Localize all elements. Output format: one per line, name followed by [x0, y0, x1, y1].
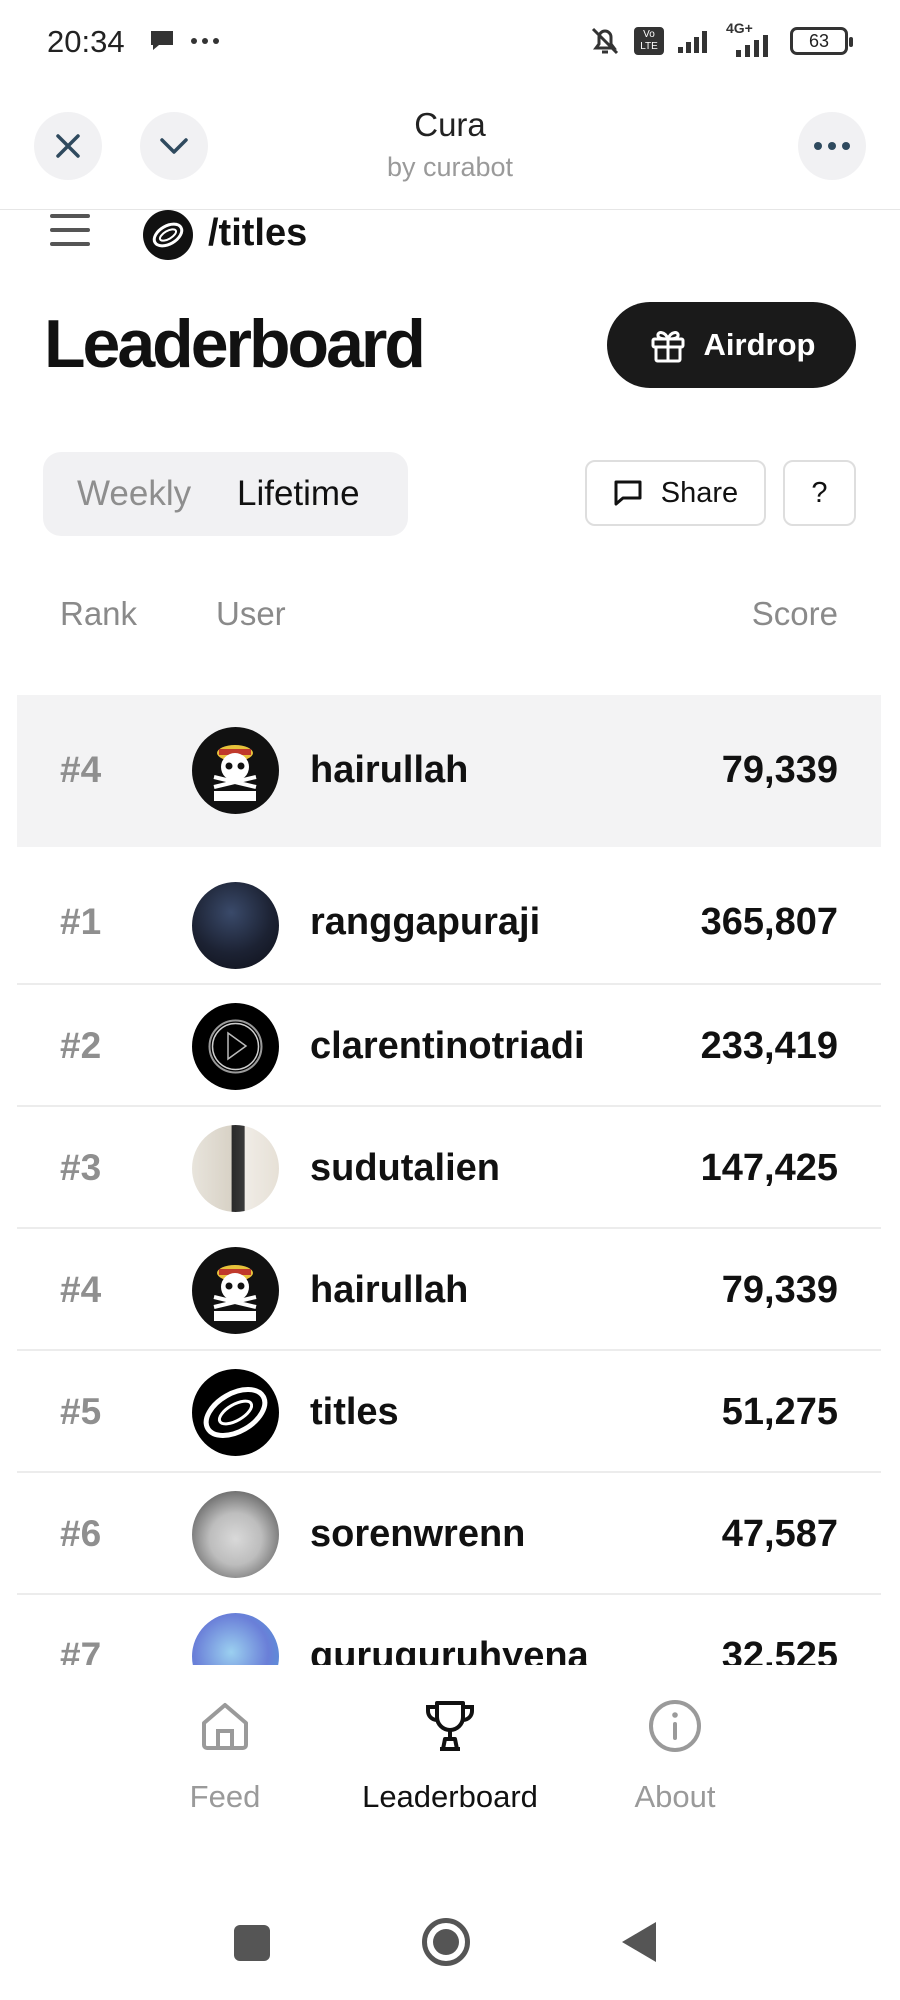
- more-dots-icon: [191, 38, 219, 44]
- page-title: Leaderboard: [44, 306, 426, 382]
- trophy-icon: [426, 1701, 474, 1751]
- rank-label: #2: [60, 1025, 102, 1066]
- rank-label: #1: [60, 901, 102, 942]
- info-icon: [649, 1700, 701, 1752]
- score-value: 79,339: [721, 1269, 838, 1311]
- status-left-icons: [148, 28, 220, 54]
- nav-feed[interactable]: Feed: [105, 1695, 345, 1815]
- more-horizontal-icon: [814, 142, 850, 150]
- menu-icon[interactable]: [50, 214, 90, 254]
- list-item[interactable]: #1 ranggapuraji 365,807: [17, 847, 881, 985]
- skull-avatar-icon: [213, 745, 257, 801]
- signal-icon: [678, 31, 707, 53]
- score-value: 47,587: [721, 1513, 838, 1555]
- bottom-navigation: Feed Leaderboard About: [0, 1665, 900, 1835]
- list-item[interactable]: #2 clarentinotriadi 233,419: [17, 985, 881, 1107]
- nav-leaderboard-label: Leaderboard: [362, 1779, 538, 1814]
- chat-bubble-icon: [151, 31, 173, 50]
- score-value: 147,425: [700, 1147, 838, 1189]
- status-time: 20:34: [47, 24, 125, 59]
- rank-label: #4: [60, 1269, 102, 1310]
- list-item[interactable]: #5 titles 51,275: [17, 1351, 881, 1473]
- help-button[interactable]: ?: [783, 460, 856, 526]
- score-value: 51,275: [721, 1391, 838, 1433]
- current-user-row[interactable]: #4 hairullah 79,339: [17, 695, 881, 847]
- username: sudutalien: [310, 1147, 501, 1189]
- avatar: [192, 1491, 279, 1578]
- nav-about-label: About: [634, 1779, 716, 1814]
- nav-about[interactable]: About: [555, 1695, 795, 1815]
- avatar: [192, 1125, 279, 1212]
- titles-logo-icon: [152, 222, 184, 248]
- home-icon: [202, 1703, 248, 1750]
- home-button[interactable]: [422, 1918, 470, 1966]
- rank-label: #5: [60, 1391, 102, 1432]
- avatar: [192, 1247, 279, 1334]
- avatar: [192, 727, 279, 814]
- recents-button[interactable]: [234, 1925, 270, 1961]
- app-title: Cura: [414, 106, 486, 143]
- airdrop-label: Airdrop: [703, 327, 816, 362]
- username: sorenwrenn: [310, 1513, 526, 1555]
- share-button[interactable]: Share: [585, 460, 766, 526]
- column-header-rank: Rank: [60, 595, 138, 632]
- username: titles: [310, 1391, 399, 1433]
- bell-off-icon: [591, 27, 619, 55]
- username: hairullah: [310, 1269, 469, 1311]
- nav-feed-label: Feed: [189, 1779, 261, 1814]
- channel-row: /titles: [0, 210, 900, 270]
- skull-avatar-icon: [213, 1265, 257, 1321]
- rank-label: #7: [60, 1635, 102, 1665]
- avatar: [192, 1369, 279, 1456]
- airdrop-button[interactable]: Airdrop: [607, 302, 856, 388]
- list-item[interactable]: #6 sorenwrenn 47,587: [17, 1473, 881, 1595]
- score-value: 233,419: [700, 1025, 838, 1067]
- column-header-score: Score: [751, 595, 838, 632]
- app-subtitle: by curabot: [386, 152, 514, 182]
- leaderboard-list: #4 hairullah 79,339 #1 ranggapuraji 365,…: [0, 660, 900, 1665]
- nav-feed-icon-wrap: [105, 1695, 345, 1757]
- tab-weekly[interactable]: Weekly: [77, 474, 191, 514]
- column-header-user: User: [216, 595, 286, 632]
- share-label: Share: [660, 476, 739, 509]
- channel-avatar[interactable]: [143, 210, 193, 260]
- volte-icon: Vo LTE: [634, 27, 664, 55]
- score-value: 365,807: [700, 901, 838, 943]
- battery-icon: 63: [790, 27, 853, 55]
- more-options-button[interactable]: [798, 112, 866, 180]
- nav-about-icon-wrap: [555, 1695, 795, 1757]
- username: hairullah: [310, 749, 469, 791]
- score-value: 32,525: [721, 1635, 838, 1665]
- gift-icon: [651, 331, 685, 363]
- ring-avatar-icon: [208, 1019, 263, 1074]
- avatar: [192, 1003, 279, 1090]
- channel-name[interactable]: /titles: [208, 212, 307, 255]
- avatar: [192, 882, 279, 969]
- list-item[interactable]: #7 guruguruhyena 32,525: [17, 1595, 881, 1665]
- nav-leaderboard[interactable]: Leaderboard: [330, 1695, 570, 1815]
- username: guruguruhyena: [310, 1635, 589, 1665]
- status-right: Vo LTE 4G+ 63: [588, 20, 853, 58]
- list-item[interactable]: #3 sudutalien 147,425: [17, 1107, 881, 1229]
- username: clarentinotriadi: [310, 1025, 585, 1067]
- app-bar: Cura by curabot: [0, 88, 900, 210]
- score-value: 79,339: [721, 749, 838, 791]
- period-tabs: Weekly Lifetime: [43, 452, 408, 536]
- username: ranggapuraji: [310, 901, 541, 943]
- titles-logo-icon: [203, 1387, 268, 1438]
- message-square-icon: [614, 480, 642, 506]
- tab-lifetime[interactable]: Lifetime: [237, 474, 360, 514]
- signal-4g-icon: 4G+: [726, 20, 778, 58]
- rank-label: #4: [60, 749, 102, 790]
- back-button[interactable]: [622, 1922, 656, 1962]
- status-bar: 20:34 Vo LTE 4G+ 63: [0, 0, 900, 88]
- rank-label: #6: [60, 1513, 102, 1554]
- system-navigation: [0, 1880, 900, 2000]
- avatar: [192, 1613, 279, 1665]
- list-item[interactable]: #4 hairullah 79,339: [17, 1229, 881, 1351]
- rank-label: #3: [60, 1147, 102, 1188]
- battery-level: 63: [808, 30, 830, 51]
- nav-leaderboard-icon-wrap: [330, 1695, 570, 1757]
